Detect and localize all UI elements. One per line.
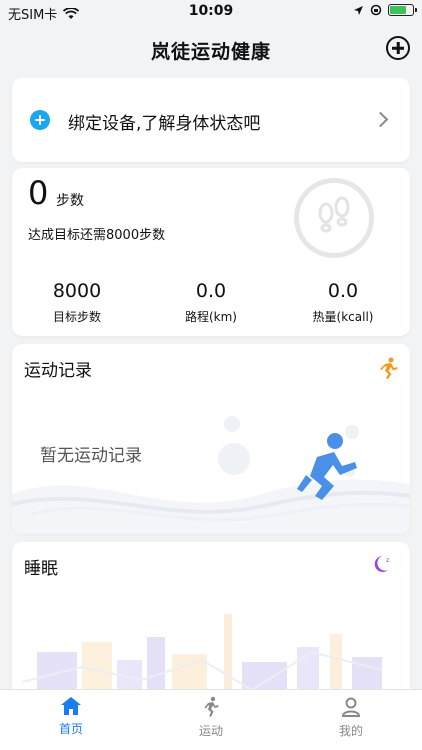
footprints-icon xyxy=(294,178,374,258)
status-bar: 无SIM卡 10:09 xyxy=(0,0,422,24)
exercise-record-card[interactable]: 运动记录 暂无运动记录 xyxy=(12,344,410,534)
stat-value: 0.0 xyxy=(195,280,227,302)
stat-target-steps: 8000 目标步数 xyxy=(22,280,132,325)
tab-profile[interactable]: 我的 xyxy=(281,696,421,739)
add-button[interactable] xyxy=(386,36,410,60)
tab-home[interactable]: 首页 xyxy=(1,696,141,737)
run-icon xyxy=(204,696,219,717)
stat-calories: 0.0 热量(kcall) xyxy=(288,280,398,325)
battery-icon xyxy=(388,4,417,16)
page-title: 岚徒运动健康 xyxy=(150,41,271,63)
bind-device-card[interactable]: 绑定设备,了解身体状态吧 xyxy=(12,78,410,162)
svg-text:z: z xyxy=(386,557,389,564)
goal-remaining-text: 达成目标还需8000步数 xyxy=(28,228,166,243)
home-icon xyxy=(61,697,81,715)
app-header: 岚徒运动健康 xyxy=(0,24,422,74)
tab-label: 运动 xyxy=(198,724,223,738)
stat-label: 目标步数 xyxy=(52,310,101,324)
bind-device-label: 绑定设备,了解身体状态吧 xyxy=(68,114,261,134)
orientation-lock-icon xyxy=(370,4,382,16)
steps-card: 0 步数 达成目标还需8000步数 8000 目标步数 0.0 路程(km) 0… xyxy=(12,168,410,336)
step-count: 0 xyxy=(28,174,49,212)
stat-value: 8000 xyxy=(52,280,102,302)
plus-circle-icon xyxy=(30,110,50,130)
location-arrow-icon xyxy=(354,5,363,15)
running-icon xyxy=(380,357,398,379)
moon-icon: z xyxy=(374,556,389,572)
sleep-title: 睡眠 xyxy=(24,559,58,579)
stat-distance: 0.0 路程(km) xyxy=(156,280,266,325)
user-icon xyxy=(341,697,361,717)
sleep-card[interactable]: 睡眠 z xyxy=(12,542,410,702)
tab-label: 首页 xyxy=(58,722,83,736)
stat-label: 热量(kcall) xyxy=(312,310,374,324)
tab-label: 我的 xyxy=(338,724,363,738)
tab-exercise[interactable]: 运动 xyxy=(141,696,281,739)
step-unit: 步数 xyxy=(56,193,84,209)
bottom-tab-bar: 首页 运动 我的 xyxy=(0,689,422,750)
status-right xyxy=(353,4,417,16)
stat-value: 0.0 xyxy=(327,280,359,302)
exercise-title: 运动记录 xyxy=(24,361,92,381)
sleep-chart-illustration xyxy=(21,614,383,702)
stat-label: 路程(km) xyxy=(184,310,237,324)
empty-record-text: 暂无运动记录 xyxy=(40,446,142,466)
chevron-right-icon xyxy=(372,111,389,128)
